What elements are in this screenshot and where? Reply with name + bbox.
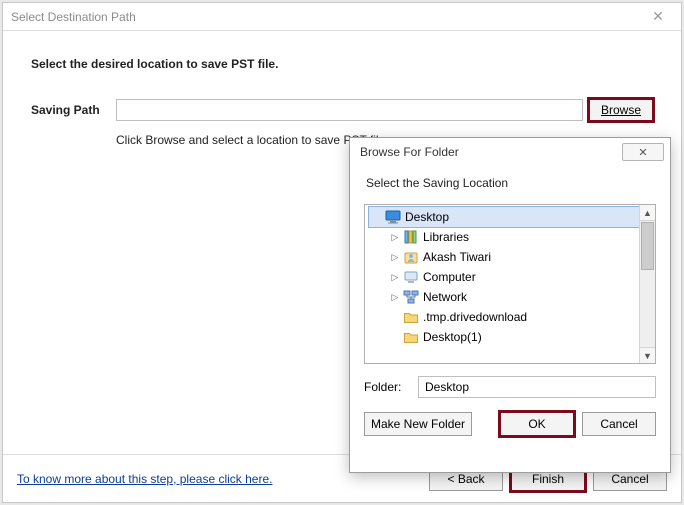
- tree-item-label: Computer: [423, 270, 476, 284]
- scroll-down-icon[interactable]: ▼: [640, 347, 655, 363]
- tree-item[interactable]: Desktop(1): [369, 327, 639, 347]
- browse-button[interactable]: Browse: [589, 99, 653, 121]
- saving-path-label: Saving Path: [31, 103, 116, 117]
- folder-name-input[interactable]: [418, 376, 656, 398]
- dialog-body: Select the Saving Location Desktop ▷ Libra…: [350, 166, 670, 472]
- scroll-thumb[interactable]: [641, 222, 654, 270]
- titlebar: Select Destination Path ✕: [3, 3, 681, 31]
- tree-expander-icon[interactable]: ▷: [389, 272, 401, 283]
- browse-folder-dialog: Browse For Folder ✕ Select the Saving Lo…: [349, 137, 671, 473]
- saving-path-input[interactable]: [116, 99, 583, 121]
- tree-expander-icon[interactable]: ▷: [389, 252, 401, 263]
- ok-button[interactable]: OK: [500, 412, 574, 436]
- tree-item[interactable]: .tmp.drivedownload: [369, 307, 639, 327]
- tree-item-label: Akash Tiwari: [423, 250, 491, 264]
- tree-item-label: .tmp.drivedownload: [423, 310, 527, 324]
- tree-item[interactable]: ▷ Network: [369, 287, 639, 307]
- tree-item-label: Desktop(1): [423, 330, 482, 344]
- tree-item[interactable]: ▷ Akash Tiwari: [369, 247, 639, 267]
- library-icon: [403, 229, 419, 245]
- dialog-button-row: Make New Folder OK Cancel: [364, 412, 656, 436]
- folder-tree[interactable]: Desktop▷Libraries▷Akash Tiwari▷Computer▷…: [365, 205, 639, 363]
- instruction-text: Select the desired location to save PST …: [31, 57, 653, 71]
- dialog-title: Browse For Folder: [360, 145, 622, 159]
- help-link[interactable]: To know more about this step, please cli…: [17, 472, 272, 486]
- dialog-instruction: Select the Saving Location: [366, 176, 656, 190]
- tree-item[interactable]: ▷ Libraries: [369, 227, 639, 247]
- dialog-titlebar: Browse For Folder ✕: [350, 138, 670, 166]
- dialog-close-button[interactable]: ✕: [622, 143, 664, 161]
- tree-item-label: Network: [423, 290, 467, 304]
- tree-item[interactable]: ▷ Computer: [369, 267, 639, 287]
- scroll-up-icon[interactable]: ▲: [640, 205, 655, 221]
- folder-icon: [403, 329, 419, 345]
- folder-input-row: Folder:: [364, 376, 656, 398]
- window-title: Select Destination Path: [11, 10, 643, 24]
- computer-icon: [403, 269, 419, 285]
- folder-tree-container: Desktop▷Libraries▷Akash Tiwari▷Computer▷…: [364, 204, 656, 364]
- tree-scrollbar[interactable]: ▲ ▼: [639, 205, 655, 363]
- make-new-folder-button[interactable]: Make New Folder: [364, 412, 472, 436]
- tree-item-label: Desktop: [405, 210, 449, 224]
- tree-expander-icon[interactable]: ▷: [389, 292, 401, 303]
- tree-expander-icon[interactable]: ▷: [389, 232, 401, 243]
- folder-field-label: Folder:: [364, 380, 418, 394]
- desktop-icon: [385, 209, 401, 225]
- user-icon: [403, 249, 419, 265]
- tree-item-label: Libraries: [423, 230, 469, 244]
- folder-icon: [403, 309, 419, 325]
- tree-item[interactable]: Desktop: [369, 207, 639, 227]
- close-icon[interactable]: ✕: [643, 8, 673, 25]
- saving-path-row: Saving Path Browse: [31, 99, 653, 121]
- network-icon: [403, 289, 419, 305]
- dialog-cancel-button[interactable]: Cancel: [582, 412, 656, 436]
